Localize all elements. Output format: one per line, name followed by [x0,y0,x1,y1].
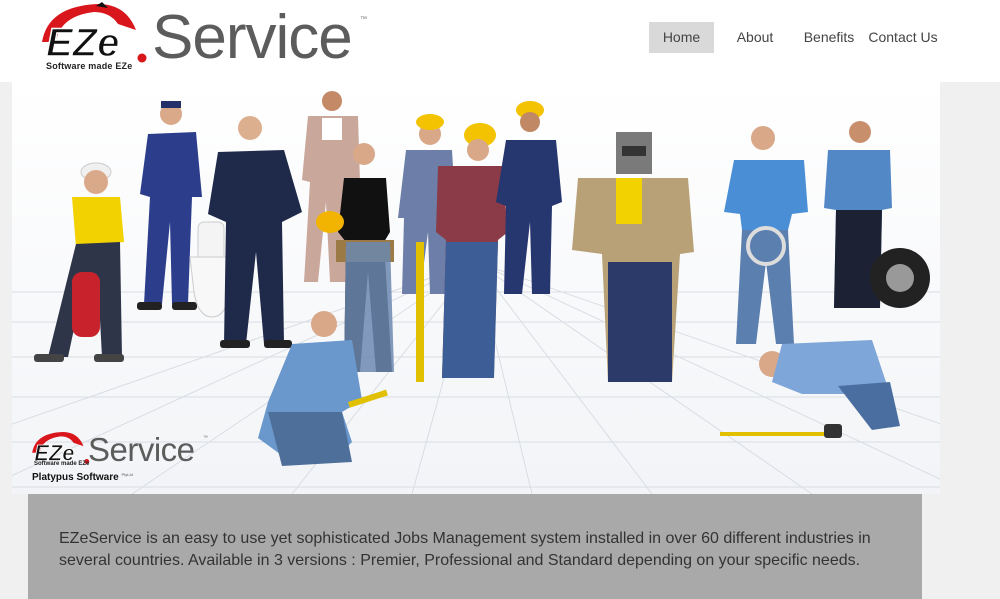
company-name-text: Platypus Software [32,472,119,483]
nav-contact-us[interactable]: Contact Us [868,22,938,53]
hero-logo-tagline: Software made EZe [34,461,90,467]
nav-about[interactable]: About [730,22,780,53]
svg-text:EZe: EZe [46,21,119,65]
nav-benefits[interactable]: Benefits [800,22,858,53]
trademark-symbol: ™ [360,16,367,23]
hero-logo-trademark: ™ [203,435,208,441]
hero-banner: EZe Service ™ Software made EZe Platypus… [12,82,940,494]
logo-word: Service [152,3,353,72]
company-name-suffix: PtyLtd [121,472,133,477]
logo-tagline: Software made EZe [46,61,133,71]
site-logo[interactable]: EZe Service ™ Software made EZe [38,2,378,74]
company-name: Platypus Software PtyLtd [32,472,133,483]
description-text: EZeService is an easy to use yet sophist… [59,530,871,569]
nav-home[interactable]: Home [649,22,714,53]
site-header: EZe Service ™ Software made EZe Home Abo… [0,0,1000,82]
hero-overlay-logo: EZe Service ™ Software made EZe Platypus… [30,430,230,490]
hero-logo-word: Service [88,431,195,468]
description-panel: EZeService is an easy to use yet sophist… [28,494,922,599]
